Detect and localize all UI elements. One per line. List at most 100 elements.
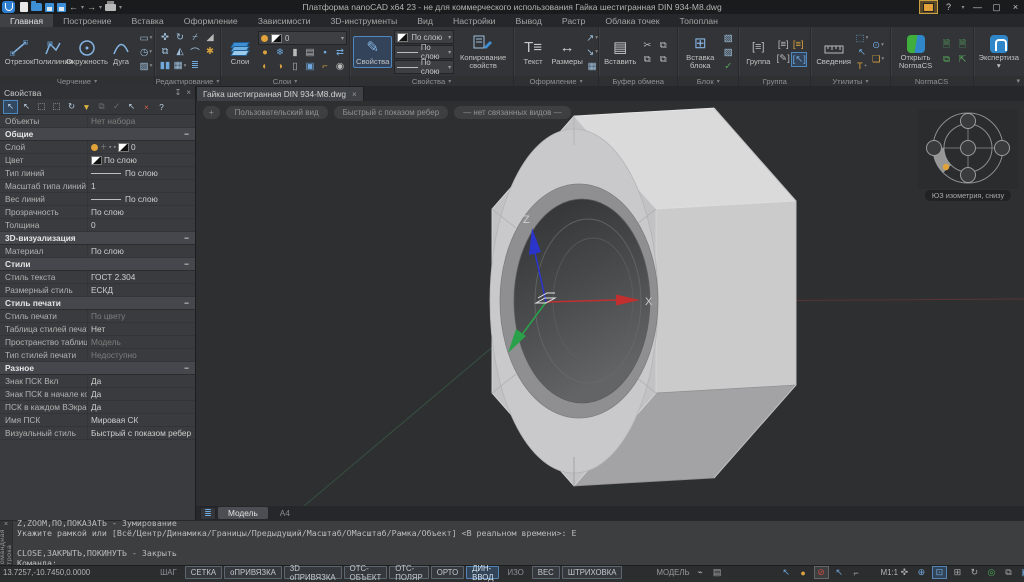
status-toggle[interactable]: ИЗО — [501, 566, 529, 579]
layer-walk-icon[interactable]: ▣ — [303, 60, 317, 73]
group-label-drawing[interactable]: Черчение▾ — [0, 76, 154, 86]
viewport-add-button[interactable]: + — [203, 106, 220, 119]
property-row[interactable]: Вес линий ＋▪▪ По слою — [0, 193, 195, 206]
pick-object-icon[interactable]: ↖ — [20, 101, 33, 113]
layer-isolate-icon[interactable]: ▪ — [318, 46, 332, 59]
ribbon-tab[interactable]: Зависимости — [248, 14, 321, 27]
group-named-icon[interactable]: [≡] — [791, 38, 805, 51]
model-space-label[interactable]: МОДЕЛЬ — [656, 568, 689, 577]
group-label-properties[interactable]: Свойства▾ — [350, 76, 513, 86]
ribbon-collapse-icon[interactable]: ▾ — [1016, 77, 1020, 85]
copy-clip-icon[interactable]: ⧉ — [640, 53, 654, 66]
draw-order-icon[interactable]: ❏▾ — [871, 53, 885, 66]
status-toggle[interactable]: ОТС-ПОЛЯР — [389, 566, 429, 579]
expertise-button[interactable]: Экспертиза ▾ — [977, 33, 1021, 71]
property-row[interactable]: Тип линий ＋▪▪ По слою — [0, 167, 195, 180]
group-label-block[interactable]: Блок▾ — [678, 76, 738, 86]
property-row[interactable]: Имя ПСК ＋▪▪ Мировая СК — [0, 414, 195, 427]
property-row[interactable]: Толщина ＋▪▪ 0 — [0, 219, 195, 232]
ribbon-tab[interactable]: Оформление — [174, 14, 248, 27]
open-normacs-button[interactable]: Открыть NormaCS — [894, 33, 938, 71]
layer-visibility-icon[interactable]: ◉ — [333, 60, 347, 73]
close-button[interactable]: × — [1007, 1, 1024, 13]
help-icon[interactable]: ? — [940, 1, 957, 13]
line-button[interactable]: Отрезок — [3, 37, 35, 67]
view-locator-widget[interactable]: ЮЗ изометрия, снизу — [918, 109, 1018, 201]
zoom-icon[interactable]: ⊕ — [915, 567, 928, 578]
group-edit-icon[interactable]: [✎] — [776, 52, 790, 65]
group-label-layers[interactable]: Слои▾ — [221, 76, 349, 86]
property-row[interactable]: Общие ＋▪▪ — [0, 128, 195, 141]
group-label-utilities[interactable]: Утилиты▾ — [811, 76, 889, 86]
leader-icon[interactable]: ↗▾ — [585, 32, 599, 45]
trim-icon[interactable]: ⌿ — [188, 31, 202, 44]
normacs-search-icon[interactable]: 🗎 — [940, 39, 954, 52]
layer-off-icon[interactable]: ◐ — [258, 60, 272, 73]
lineweight-combo[interactable]: По слою ▾ — [394, 60, 454, 74]
layer-match-icon[interactable]: ⇄ — [333, 46, 347, 59]
property-row[interactable]: Знак ПСК в начале коор... ＋▪▪ Да — [0, 388, 195, 401]
property-row[interactable]: Масштаб типа линий ＋▪▪ 1 — [0, 180, 195, 193]
annotation-visibility-icon[interactable]: ↖ — [833, 567, 846, 578]
save-icon[interactable] — [45, 3, 54, 12]
property-row[interactable]: Стиль печати ＋▪▪ По цвету — [0, 310, 195, 323]
redo-icon[interactable]: → — [87, 2, 96, 12]
ribbon-tab[interactable]: Растр — [552, 14, 596, 27]
mirror-icon[interactable]: ◭ — [173, 45, 187, 58]
layers-button[interactable]: Слои — [224, 37, 256, 67]
polyline-button[interactable]: Полилиния — [37, 37, 69, 67]
zoom-window-icon[interactable]: ⊡ — [932, 566, 947, 579]
paste-special-icon[interactable]: ⧉ — [656, 53, 670, 66]
property-row[interactable]: Слой ＋▪▪ 0 — [0, 141, 195, 154]
select-similar-icon[interactable]: ⊙▾ — [871, 39, 885, 52]
color-combo[interactable]: По слою ▾ — [394, 30, 454, 44]
undo-dropdown-icon[interactable]: ▾ — [81, 4, 84, 11]
panel-help-icon[interactable]: ? — [155, 101, 168, 113]
pan-icon[interactable]: ✜ — [898, 567, 911, 578]
scale-indicator[interactable]: М1:1 — [881, 568, 898, 577]
status-toggle[interactable]: ШТРИХОВКА — [562, 566, 623, 579]
ribbon-tab[interactable]: Вид — [407, 14, 443, 27]
window-cascade-icon[interactable]: ⧉ — [1002, 567, 1015, 578]
property-row[interactable]: ПСК в каждом ВЭкране ＋▪▪ Да — [0, 401, 195, 414]
block-edit-icon[interactable]: ▧ — [721, 32, 735, 45]
block-attach-icon[interactable]: ▨ — [721, 46, 735, 59]
offset-icon[interactable]: ≣ — [188, 59, 202, 72]
block-check-icon[interactable]: ✓ — [721, 60, 735, 73]
copy-with-basepoint-icon[interactable]: ⧉ — [656, 39, 670, 52]
annotation-lamp-icon[interactable]: ● — [797, 567, 810, 578]
annotation-scale-icon[interactable]: ⌐ — [850, 567, 863, 578]
undo-icon[interactable]: ← — [69, 2, 78, 12]
property-row[interactable]: Разное ＋▪▪ — [0, 362, 195, 375]
property-row[interactable]: Объекты ＋▪▪ Нет набора — [0, 115, 195, 128]
group-label-annotation[interactable]: Оформление▾ — [514, 76, 598, 86]
save-as-icon[interactable] — [57, 3, 66, 12]
property-row[interactable]: Знак ПСК Вкл ＋▪▪ Да — [0, 375, 195, 388]
status-toggle[interactable]: ДИН-ВВОД — [466, 566, 499, 579]
status-toggle[interactable]: ОРТО — [431, 566, 464, 579]
linetype-combo[interactable]: По слою ▾ — [394, 45, 454, 59]
select-crossing-icon[interactable]: ⬚ — [50, 101, 63, 113]
group-label-group[interactable]: Группа — [739, 76, 810, 86]
circle-button[interactable]: Окружность — [71, 37, 103, 67]
property-row[interactable]: Размерный стиль ＋▪▪ ЕСКД — [0, 284, 195, 297]
group-select-icon[interactable]: [↖] — [791, 52, 807, 67]
normacs-link-icon[interactable]: ⇱ — [956, 53, 970, 66]
redo-dropdown-icon[interactable]: ▾ — [99, 4, 102, 11]
group-frame-icon[interactable]: [≡] — [776, 38, 790, 51]
spline-clock-icon[interactable]: ◷▾ — [139, 46, 153, 59]
property-row[interactable]: Визуальный стиль ＋▪▪ Быстрый с показом р… — [0, 427, 195, 440]
match-properties-button[interactable]: Копирование свойств — [456, 33, 510, 71]
ribbon-tab[interactable]: 3D-инструменты — [320, 14, 407, 27]
layer-thaw-icon[interactable]: ◑ — [273, 60, 287, 73]
layer-prev-icon[interactable]: ⌐ — [318, 60, 332, 73]
refresh-icon[interactable]: ↻ — [65, 101, 78, 113]
nav-wheel-icon[interactable] — [918, 109, 1018, 189]
group-label-clipboard[interactable]: Буфер обмена — [599, 76, 677, 86]
rotate-icon[interactable]: ↻ — [173, 31, 187, 44]
apply-icon[interactable]: ✓ — [110, 101, 123, 113]
layer-freeze-icon[interactable]: ❄ — [273, 46, 287, 59]
status-toggle[interactable]: ШАГ — [154, 566, 183, 579]
group-button[interactable]: [≡] Группа — [742, 37, 774, 67]
copy-properties-icon[interactable]: ⧉ — [95, 101, 108, 113]
